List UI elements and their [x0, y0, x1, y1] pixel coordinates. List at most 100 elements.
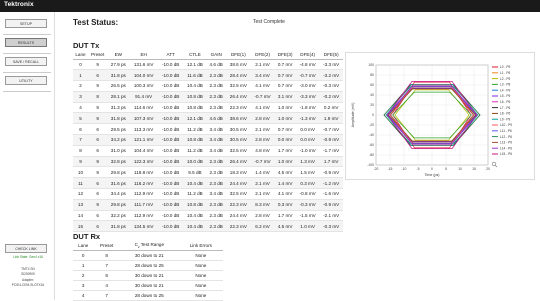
tx-cell: 119.8 mV — [129, 166, 159, 179]
tx-cell: 104.4 mV — [129, 145, 159, 157]
tx-cell: 3.4 dB — [206, 134, 226, 146]
sidebar-divider — [3, 91, 51, 92]
x-tick-label: 0 — [431, 167, 433, 171]
results-button[interactable]: RESULTS — [5, 38, 47, 47]
legend-entry: L10 - P9 — [500, 123, 512, 127]
tx-cell: -1.5 mV — [295, 210, 320, 222]
tx-cell: 0.2 mV — [319, 102, 343, 114]
column-header: DFE(3) — [274, 51, 296, 60]
tx-cell: 4.6 dB — [206, 112, 226, 125]
tx-cell: 10.8 dB — [183, 102, 207, 114]
tx-cell: 6 — [87, 220, 108, 233]
column-header: GAIN — [206, 51, 226, 60]
tx-cell: 26.5 ps — [107, 80, 130, 92]
rx-cell: None — [178, 260, 223, 271]
tx-cell: 9 — [87, 59, 108, 71]
tx-cell: 12.1 dB — [183, 59, 207, 71]
tx-cell: 28.4 mV — [225, 69, 251, 82]
rx-cell: None — [178, 250, 223, 261]
x-tick-label: -5 — [416, 167, 419, 171]
tx-cell: 29.8 ps — [107, 199, 130, 211]
tx-cell: 3.4 dB — [206, 188, 226, 200]
rx-cell: 8 — [93, 250, 120, 261]
legend-entry: L14 - P6 — [500, 146, 512, 150]
legend-entry: L12 - P6 — [500, 135, 512, 139]
tx-cell: 32.5 mV — [225, 145, 251, 157]
tx-cell: 31.8 ps — [107, 69, 130, 82]
rx-cell: 7 — [93, 260, 120, 271]
page-title: Test Status: — [73, 18, 119, 27]
y-tick-label: -20 — [369, 123, 374, 127]
tx-cell: 9 — [73, 156, 88, 168]
tx-cell: 6 — [87, 177, 108, 190]
tx-cell: 91.4 mV — [129, 91, 159, 103]
tx-cell: 100.3 mV — [129, 80, 159, 92]
save-recall-button[interactable]: SAVE / RECALL — [5, 57, 47, 66]
tx-cell: 2.8 mV — [250, 112, 275, 125]
tx-cell: 0.3 mV — [274, 199, 296, 211]
tx-cell: 1.7 mV — [274, 210, 296, 222]
tx-cell: -1.3 mV — [295, 112, 320, 125]
tx-cell: 31.3 ps — [107, 102, 130, 114]
legend-entry: L11 - P6 — [500, 129, 512, 133]
tx-cell: 2.3 dB — [206, 156, 226, 168]
column-header: Preset — [93, 242, 120, 251]
tx-cell: 1.4 mV — [250, 166, 275, 179]
tx-cell: 0 — [73, 59, 88, 71]
link-state-text: Link State: Gen4 x16 — [13, 255, 43, 259]
tx-cell: 1.3 mV — [295, 156, 320, 168]
tx-cell: -10.0 dB — [158, 69, 184, 82]
rx-cell: 28 down to 25 — [119, 260, 179, 271]
tx-cell: 0.7 mV — [274, 59, 296, 71]
tx-cell: 9 — [87, 80, 108, 92]
rx-cell: 28 down to 25 — [119, 290, 179, 301]
tx-cell: -0.7 mV — [295, 69, 320, 82]
tx-cell: -10.0 dB — [158, 80, 184, 92]
tx-cell: 10.0 dB — [183, 156, 207, 168]
table-row: 12 6 34.4 ps 112.9 mV -10.0 dB 11.2 dB 3.4 dB 3… — [73, 188, 343, 200]
tx-cell: -1.2 mV — [319, 177, 343, 190]
tx-cell: 0.3 mV — [295, 177, 320, 190]
legend-entry: L0 - P9 — [500, 65, 511, 69]
rx-cell: None — [178, 270, 223, 281]
tx-cell: 2.3 dB — [206, 102, 226, 114]
tx-cell: 2.3 dB — [206, 91, 226, 103]
test-status-value: Test Complete — [253, 19, 285, 25]
tx-cell: 4 — [73, 102, 88, 114]
tx-cell: -0.7 mV — [319, 123, 343, 136]
tx-cell: 10.8 dB — [183, 134, 207, 146]
legend-entry: L6 - P6 — [500, 100, 511, 104]
tx-cell: 3.4 mV — [250, 69, 275, 82]
tx-cell: 0.0 mV — [295, 123, 320, 136]
tx-cell: -1.6 mV — [319, 188, 343, 200]
tx-cell: -2.1 mV — [319, 210, 343, 222]
tx-cell: 3.4 dB — [206, 145, 226, 157]
tx-cell: 2.3 dB — [206, 69, 226, 82]
table-row: 4 9 31.3 ps 114.6 mV -10.0 dB 10.8 dB 2.3 dB 22… — [73, 102, 343, 114]
tx-cell: -1.7 mV — [319, 145, 343, 157]
eye-diagram: 100806040200-20-40-60-80-100-20 -15 -10 -5 0… — [351, 63, 512, 177]
tx-cell: -1.8 mV — [295, 102, 320, 114]
setup-button[interactable]: SETUP — [5, 19, 47, 28]
tx-cell: 2.3 dB — [206, 177, 226, 190]
utility-button[interactable]: UTILITY — [5, 76, 47, 85]
legend-entry: L15 - P6 — [500, 152, 512, 156]
legend-entry: L8 - P6 — [500, 112, 511, 116]
tx-cell: 2.1 mV — [250, 59, 275, 71]
table-header-row: Lane Preset EW EH ATT CTLE GAIN DFE(1) DFE(2) DFE… — [73, 51, 343, 60]
tx-cell: -10.0 dB — [158, 177, 184, 190]
tx-cell: 22.3 mV — [225, 220, 251, 233]
tx-cell: 116.2 mV — [129, 177, 159, 190]
column-header: DFE(1) — [225, 51, 251, 60]
tx-cell: -0.3 mV — [295, 199, 320, 211]
check-link-button[interactable]: CHECK LINK — [5, 244, 47, 253]
tx-cell: -3.3 mV — [319, 59, 343, 71]
tx-cell: 6 — [87, 134, 108, 146]
serial-label: TMT4 SN — [21, 267, 35, 271]
tx-cell: 11.2 dB — [183, 145, 207, 157]
y-tick-label: 0 — [372, 113, 374, 117]
tx-cell: 30.5 mV — [225, 134, 251, 146]
eye-diagram-panel: 100 80 60 40 20 0 -20 -40 -60 -80 -100 -20 -15 -10 -5 0… — [345, 52, 535, 180]
tx-cell: 28.1 ps — [107, 91, 130, 103]
table-row: 9 9 32.8 ps 122.3 mV -10.0 dB 10.0 dB 2.3 dB 26… — [73, 156, 343, 168]
